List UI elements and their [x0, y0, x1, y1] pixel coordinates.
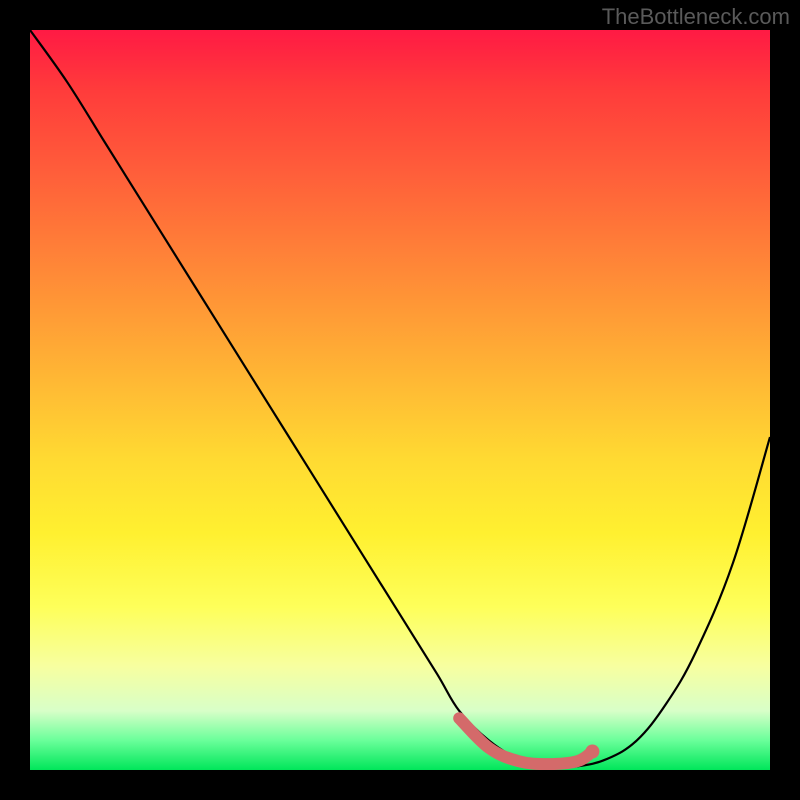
highlight-end-dot — [585, 745, 599, 759]
chart-svg — [30, 30, 770, 770]
highlight-band — [459, 718, 592, 764]
bottleneck-curve — [30, 30, 770, 767]
watermark-text: TheBottleneck.com — [602, 4, 790, 30]
